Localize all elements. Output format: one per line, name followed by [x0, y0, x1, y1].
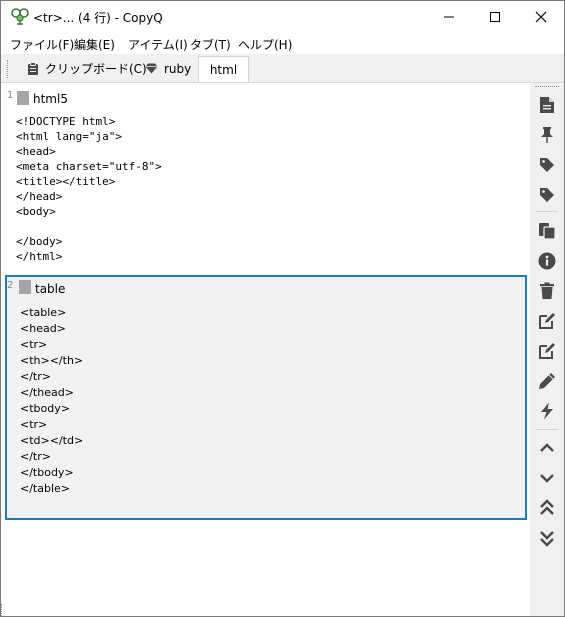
- menu-tab[interactable]: タブ(T): [190, 36, 231, 53]
- menu-file[interactable]: ファイル(F): [10, 36, 74, 53]
- pin-button[interactable]: [535, 123, 559, 147]
- action-button[interactable]: [535, 399, 559, 423]
- copyq-logo-icon: [11, 8, 29, 25]
- delete-icon: [540, 282, 554, 299]
- tab-bar: クリップボード(C) ruby html: [1, 54, 564, 83]
- action-icon: [541, 402, 553, 420]
- window-title: <tr>... (4 行) - CopyQ: [33, 11, 163, 25]
- move-top-icon: [540, 499, 554, 515]
- menu-help[interactable]: ヘルプ(H): [238, 36, 292, 53]
- remove-tag-button[interactable]: [535, 183, 559, 207]
- minimize-button[interactable]: [426, 1, 472, 32]
- move-up-icon: [540, 443, 554, 452]
- toolbar-grip[interactable]: [7, 60, 10, 78]
- menu-edit[interactable]: 編集(E): [74, 36, 115, 53]
- clipboard-icon: [28, 62, 38, 75]
- tag-marker: [17, 91, 29, 105]
- sidebar-grip[interactable]: [535, 86, 559, 87]
- tab-ruby[interactable]: ruby: [137, 56, 199, 81]
- close-button[interactable]: [518, 1, 564, 32]
- editor-button[interactable]: [535, 369, 559, 393]
- maximize-icon: [490, 11, 500, 22]
- list-item-selected[interactable]: 2 table <table> <head> <tr> <th></th> </…: [5, 275, 527, 520]
- move-down-button[interactable]: [535, 466, 559, 490]
- toolbar-separator: [536, 211, 558, 212]
- pencil-icon: [539, 373, 555, 389]
- minimize-icon: [444, 16, 454, 17]
- item-number: 1: [7, 90, 14, 101]
- item-list[interactable]: 1 html5 <!DOCTYPE html> <html lang="ja">…: [1, 83, 529, 616]
- item-tag: table: [35, 282, 66, 296]
- move-up-button[interactable]: [535, 436, 559, 460]
- edit-notes-button[interactable]: [535, 339, 559, 363]
- item-action-toolbar: [530, 83, 564, 616]
- edit-notes-icon: [539, 343, 555, 359]
- maximize-button[interactable]: [472, 1, 518, 32]
- resize-grip[interactable]: [1, 604, 5, 616]
- gem-icon: [145, 63, 158, 74]
- list-item[interactable]: 1 html5 <!DOCTYPE html> <html lang="ja">…: [5, 85, 527, 271]
- item-text: <table> <head> <tr> <th></th> </tr> </th…: [20, 306, 84, 495]
- move-bottom-button[interactable]: [535, 526, 559, 550]
- menu-bar: ファイル(F) 編集(E) アイテム(I) タブ(T) ヘルプ(H): [1, 32, 564, 54]
- tag-icon: [540, 158, 554, 172]
- pin-icon: [541, 127, 553, 143]
- move-down-icon: [540, 474, 554, 483]
- tag-remove-icon: [540, 188, 554, 202]
- tab-clipboard[interactable]: クリップボード(C): [19, 56, 155, 81]
- toolbar-separator: [536, 429, 558, 430]
- tab-html-label: html: [209, 62, 238, 77]
- edit-icon: [539, 313, 555, 329]
- paste-button[interactable]: [535, 219, 559, 243]
- tag-marker: [19, 280, 31, 294]
- item-text: <!DOCTYPE html> <html lang="ja"> <head> …: [16, 115, 162, 263]
- tab-html[interactable]: html: [198, 56, 249, 82]
- add-tag-button[interactable]: [535, 153, 559, 177]
- tab-clipboard-label: クリップボード(C): [45, 62, 147, 76]
- copyq-window: <tr>... (4 行) - CopyQ ファイル(F) 編集(E) アイテム…: [0, 0, 565, 617]
- menu-item[interactable]: アイテム(I): [128, 36, 188, 53]
- close-icon: [535, 11, 547, 22]
- item-tag: html5: [33, 92, 68, 106]
- new-item-button[interactable]: [535, 93, 559, 117]
- info-icon: [538, 252, 556, 270]
- new-item-icon: [540, 97, 554, 113]
- tab-ruby-label: ruby: [164, 61, 192, 76]
- edit-button[interactable]: [535, 309, 559, 333]
- move-top-button[interactable]: [535, 496, 559, 520]
- info-button[interactable]: [535, 249, 559, 273]
- move-bottom-icon: [540, 531, 554, 547]
- title-bar[interactable]: <tr>... (4 行) - CopyQ: [1, 1, 564, 32]
- paste-icon: [539, 223, 556, 240]
- delete-button[interactable]: [535, 279, 559, 303]
- item-number: 2: [7, 280, 14, 291]
